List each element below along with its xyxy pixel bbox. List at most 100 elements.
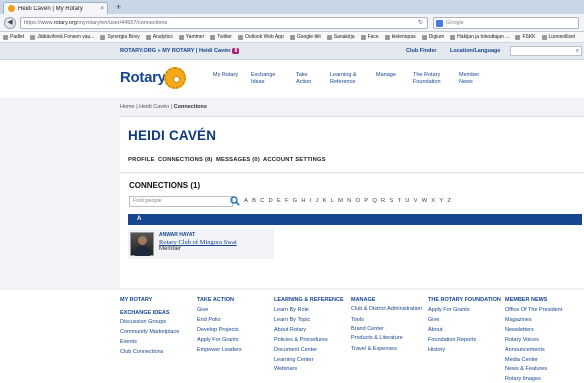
tab-connections[interactable]: CONNECTIONS (8): [158, 157, 213, 163]
bookmark-item[interactable]: Synergia Boxy: [100, 34, 140, 40]
footer-link[interactable]: Apply For Grants: [197, 336, 272, 346]
letter-filter-v[interactable]: V: [414, 198, 418, 204]
avatar[interactable]: [130, 232, 154, 256]
letter-filter-p[interactable]: P: [364, 198, 368, 204]
footer-heading[interactable]: LEARNING & REFERENCE: [274, 297, 349, 306]
bookmark-item[interactable]: Twitter: [210, 34, 232, 40]
footer-link[interactable]: Develop Projects: [197, 326, 272, 336]
close-tab-icon[interactable]: ×: [100, 6, 104, 12]
footer-link[interactable]: Give: [197, 306, 272, 316]
nav-exchange-ideas[interactable]: Exchange Ideas: [251, 72, 283, 86]
nav-take-action[interactable]: Take Action: [296, 72, 318, 86]
letter-filter-d[interactable]: D: [269, 198, 273, 204]
letter-filter-k[interactable]: K: [323, 198, 327, 204]
letter-filter-s[interactable]: S: [389, 198, 393, 204]
footer-link[interactable]: End Polio: [197, 316, 272, 326]
letter-filter-f[interactable]: F: [285, 198, 289, 204]
footer-link[interactable]: Events: [120, 338, 195, 348]
site-search-input[interactable]: ⌕: [510, 46, 582, 56]
footer-link[interactable]: Products & Literature: [351, 335, 426, 342]
bookmark-item[interactable]: Digium: [421, 34, 444, 40]
footer-link[interactable]: Tools: [351, 316, 426, 326]
search-icon[interactable]: [230, 196, 240, 206]
letter-filter-t[interactable]: T: [397, 198, 401, 204]
footer-link[interactable]: Newsletters: [505, 326, 580, 336]
nav-member-news[interactable]: Member News: [459, 72, 489, 86]
tab-account-settings[interactable]: ACCOUNT SETTINGS: [263, 157, 326, 163]
letter-filter-w[interactable]: W: [422, 198, 427, 204]
footer-link[interactable]: Apply For Grants: [428, 306, 503, 316]
footer-link[interactable]: Travel & Expenses: [351, 345, 426, 355]
footer-link[interactable]: About Rotary: [274, 326, 349, 336]
footer-heading[interactable]: MY ROTARY: [120, 297, 195, 306]
letter-filter-g[interactable]: G: [293, 198, 298, 204]
nav-manage[interactable]: Manage: [376, 72, 416, 79]
footer-link[interactable]: Club & District Administration: [351, 306, 426, 313]
letter-filter-n[interactable]: N: [347, 198, 351, 204]
bookmark-item[interactable]: kielenopas: [384, 34, 416, 40]
breadcrumb-my-rotary[interactable]: MY ROTARY: [162, 48, 194, 54]
footer-link[interactable]: Brand Center: [351, 325, 426, 335]
nav-my-rotary[interactable]: My Rotary: [213, 72, 253, 79]
bookmark-item[interactable]: FSKK: [515, 34, 536, 40]
footer-link[interactable]: Office Of The President: [505, 306, 580, 316]
footer-heading[interactable]: TAKE ACTION: [197, 297, 272, 306]
bookmark-item[interactable]: Analytics: [145, 34, 173, 40]
footer-link[interactable]: Rotary Images: [505, 375, 580, 383]
footer-link[interactable]: Learn By Topic: [274, 316, 349, 326]
letter-filter-q[interactable]: Q: [372, 198, 377, 204]
bookmark-item[interactable]: Sanakirja: [326, 34, 355, 40]
rotary-logo[interactable]: Rotary: [120, 69, 166, 86]
bookmark-item[interactable]: Face: [360, 34, 379, 40]
footer-heading[interactable]: MANAGE: [351, 297, 426, 306]
footer-subheading[interactable]: EXCHANGE IDEAS: [120, 308, 195, 318]
letter-filter-m[interactable]: M: [338, 198, 343, 204]
letter-filter-l[interactable]: L: [331, 198, 334, 204]
footer-heading[interactable]: THE ROTARY FOUNDATION: [428, 297, 503, 306]
footer-link[interactable]: Discussion Groups: [120, 318, 195, 328]
bookmark-item[interactable]: Padlet: [3, 34, 24, 40]
footer-link[interactable]: Community Marketplace: [120, 328, 195, 338]
breadcrumb-site[interactable]: ROTARY.ORG: [120, 48, 156, 54]
footer-link[interactable]: Club Connections: [120, 348, 195, 358]
connection-club-link[interactable]: Rotary Club of Mingora Swat: [159, 239, 237, 246]
footer-link[interactable]: Magazines: [505, 316, 580, 326]
notification-badge[interactable]: 8: [232, 48, 240, 54]
footer-link[interactable]: Rotary Voices: [505, 336, 580, 346]
footer-link[interactable]: News & Features: [505, 365, 580, 375]
find-people-input[interactable]: Find people: [129, 196, 233, 207]
footer-link[interactable]: Give: [428, 316, 503, 326]
breadcrumb-user[interactable]: Heidi Cavén: [199, 48, 230, 54]
footer-link[interactable]: Foundation Reports: [428, 336, 503, 346]
footer-link[interactable]: Learning Center: [274, 356, 349, 366]
back-button[interactable]: ◀: [4, 17, 16, 29]
nav-learning-reference[interactable]: Learning & Reference: [330, 72, 370, 86]
connection-name[interactable]: ANWAR HAYAT: [159, 232, 195, 238]
letter-filter-u[interactable]: U: [405, 198, 409, 204]
footer-link[interactable]: Policies & Procedures: [274, 336, 349, 346]
browser-tab[interactable]: Heidi Cavén | My Rotary ×: [3, 2, 108, 14]
address-bar[interactable]: https://www.rotary.org/myrotary/en/user/…: [20, 17, 428, 29]
footer-link[interactable]: Learn By Role: [274, 306, 349, 316]
letter-filter-b[interactable]: B: [252, 198, 256, 204]
reload-icon[interactable]: ↻: [418, 19, 423, 26]
breadcrumb-profile[interactable]: Heidi Cavén: [139, 104, 169, 110]
tab-profile[interactable]: PROFILE: [128, 157, 155, 163]
footer-link[interactable]: Media Center: [505, 356, 580, 366]
bookmark-item[interactable]: Google-tiiit: [289, 34, 321, 40]
letter-filter-x[interactable]: X: [431, 198, 435, 204]
letter-filter-r[interactable]: R: [381, 198, 385, 204]
footer-heading[interactable]: MEMBER NEWS: [505, 297, 580, 306]
letter-filter-c[interactable]: C: [260, 198, 264, 204]
connection-item[interactable]: ANWAR HAYAT Rotary Club of Mingora Swat …: [128, 229, 274, 259]
footer-link[interactable]: Empower Leaders: [197, 346, 272, 356]
browser-search-input[interactable]: Google: [433, 17, 579, 29]
footer-link[interactable]: Announcements: [505, 346, 580, 356]
tab-messages[interactable]: MESSAGES (0): [216, 157, 260, 163]
new-tab-button[interactable]: +: [116, 2, 121, 12]
footer-link[interactable]: Document Center: [274, 346, 349, 356]
bookmark-item[interactable]: Jätkävihreä Fonsen vau...: [30, 34, 94, 40]
letter-filter-y[interactable]: Y: [439, 198, 443, 204]
location-language-link[interactable]: Location/Language: [450, 48, 500, 54]
search-icon[interactable]: ⌕: [576, 48, 579, 54]
